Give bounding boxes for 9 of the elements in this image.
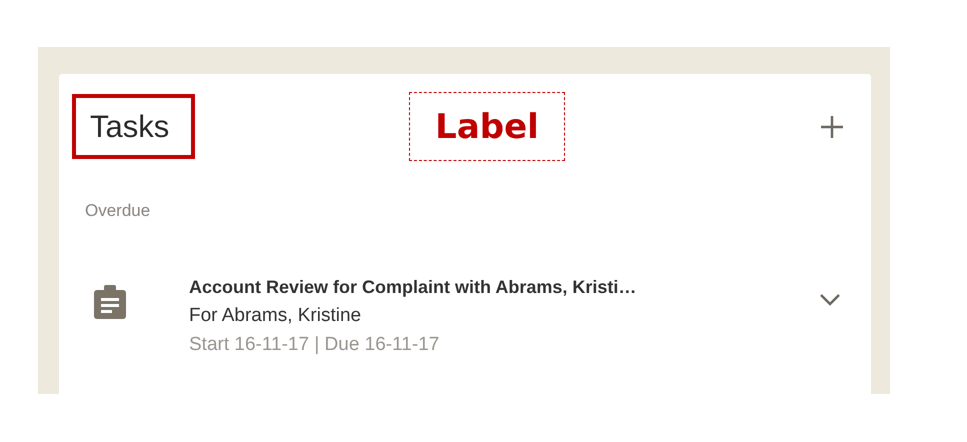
task-title[interactable]: Account Review for Complaint with Abrams, Kristi… (189, 277, 636, 298)
clipboard-icon (93, 285, 127, 319)
task-subtitle: For Abrams, Kristine (189, 305, 362, 327)
card-title: Tasks (72, 94, 195, 159)
annotation-label: Label (409, 92, 565, 161)
chevron-down-icon (819, 293, 841, 307)
plus-icon (819, 114, 845, 140)
section-heading: Overdue (85, 201, 150, 221)
task-dates: Start 16-11-17 | Due 16-11-17 (189, 334, 440, 356)
